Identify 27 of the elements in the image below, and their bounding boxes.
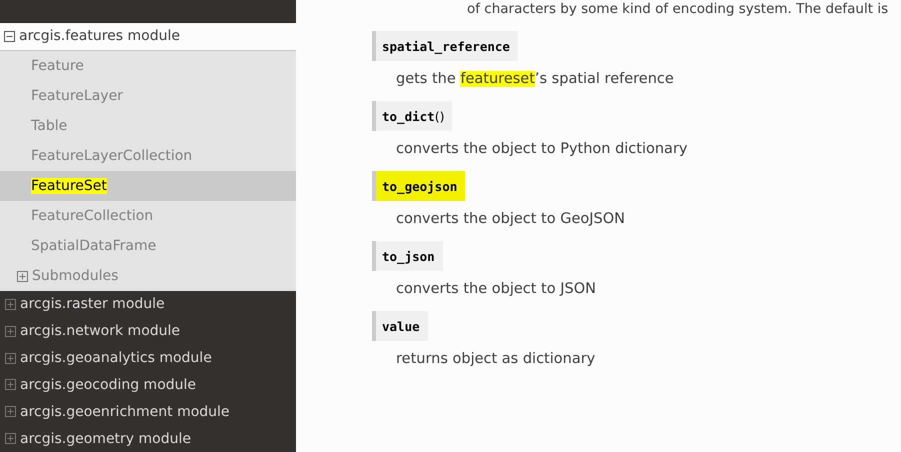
collapse-icon[interactable]: [4, 30, 15, 42]
sidebar-item[interactable]: FeatureSet: [0, 171, 296, 202]
member-signature: value: [372, 311, 428, 341]
expand-icon[interactable]: [5, 326, 16, 337]
sidebar-module-item[interactable]: arcgis.geoanalytics module: [0, 344, 296, 372]
sidebar-module-item[interactable]: arcgis.geocoding module: [0, 372, 296, 398]
sidebar-module-item[interactable]: arcgis.geometry module: [0, 425, 296, 452]
expand-icon[interactable]: [5, 433, 16, 444]
sidebar-module-item[interactable]: arcgis.features module: [0, 22, 296, 50]
expand-icon[interactable]: [17, 270, 28, 282]
member-signature: to_geojson: [372, 171, 466, 201]
expand-icon[interactable]: [5, 352, 16, 364]
member-signature: to_json: [372, 241, 443, 271]
sidebar-module-item[interactable]: arcgis.geoenrichment module: [0, 398, 296, 426]
member-description: gets the featureset’s spatial reference: [396, 71, 674, 87]
paragraph-text: of characters by some kind of encoding system. The default is: [467, 1, 890, 17]
member-signature: spatial_reference: [372, 31, 518, 61]
expand-icon[interactable]: [5, 298, 16, 310]
member-signature: to_dict(): [372, 101, 452, 131]
sidebar-module-item[interactable]: arcgis.raster module: [0, 291, 296, 318]
member-description: converts the object to JSON: [396, 281, 596, 297]
member-description: returns object as dictionary: [396, 351, 596, 367]
sidebar-module-item[interactable]: arcgis.network module: [0, 318, 296, 345]
member-description: converts the object to GeoJSON: [396, 211, 625, 227]
expand-icon[interactable]: [5, 379, 16, 390]
expand-icon[interactable]: [5, 406, 16, 418]
member-description: converts the object to Python dictionary: [396, 141, 688, 157]
